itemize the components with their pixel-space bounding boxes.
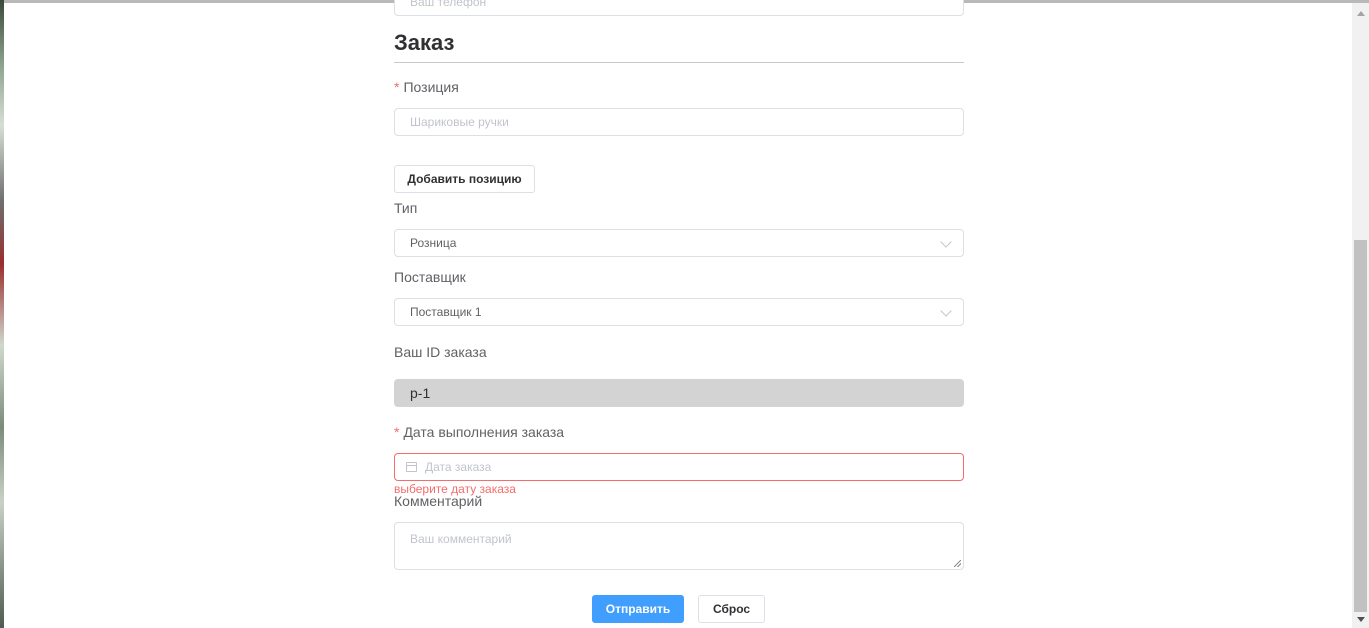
type-selected-value: Розница [410, 236, 457, 250]
chevron-down-icon [940, 305, 952, 317]
supplier-select[interactable]: Поставщик 1 [394, 298, 964, 326]
date-label-text: Дата выполнения заказа [403, 424, 565, 440]
app-window: Ваш телефон Заказ * Позиция Шариковые руч… [0, 0, 1369, 628]
required-mark: * [394, 79, 400, 95]
type-select[interactable]: Розница [394, 229, 964, 257]
order-id-label: Ваш ID заказа [394, 344, 487, 360]
required-mark: * [394, 424, 400, 440]
reset-button[interactable]: Сброс [698, 595, 765, 623]
position-placeholder: Шариковые ручки [410, 115, 509, 129]
position-label-text: Позиция [403, 79, 459, 95]
date-picker-input[interactable]: Дата заказа [394, 453, 964, 481]
date-label: * Дата выполнения заказа [394, 424, 564, 440]
comment-placeholder: Ваш комментарий [410, 532, 512, 546]
add-position-button[interactable]: Добавить позицию [394, 165, 535, 193]
chevron-down-icon [940, 236, 952, 248]
background-window-edge [0, 0, 4, 628]
scrollbar-thumb[interactable] [1354, 240, 1367, 612]
scroll-down-arrow-icon[interactable] [1357, 617, 1365, 622]
comment-textarea[interactable]: Ваш комментарий [394, 522, 964, 570]
position-input[interactable]: Шариковые ручки [394, 108, 964, 136]
date-placeholder: Дата заказа [425, 460, 492, 474]
supplier-selected-value: Поставщик 1 [410, 305, 482, 319]
phone-input[interactable]: Ваш телефон [394, 0, 964, 16]
resize-grip-icon[interactable] [954, 560, 961, 567]
section-divider [394, 62, 964, 63]
order-id-value: р-1 [410, 385, 431, 401]
order-id-field: р-1 [394, 379, 964, 407]
submit-button[interactable]: Отправить [592, 595, 684, 623]
scroll-up-arrow-icon[interactable] [1357, 11, 1365, 16]
reset-label: Сброс [712, 602, 751, 616]
type-label: Тип [394, 200, 418, 216]
submit-label: Отправить [605, 602, 671, 616]
order-section-title: Заказ [394, 30, 455, 55]
order-form: Ваш телефон Заказ * Позиция Шариковые руч… [394, 0, 964, 623]
add-position-label: Добавить позицию [407, 172, 522, 186]
vertical-scrollbar[interactable] [1352, 3, 1369, 628]
calendar-icon [406, 462, 417, 472]
position-label: * Позиция [394, 79, 459, 95]
supplier-label: Поставщик [394, 269, 466, 285]
comment-label: Комментарий [394, 493, 483, 509]
